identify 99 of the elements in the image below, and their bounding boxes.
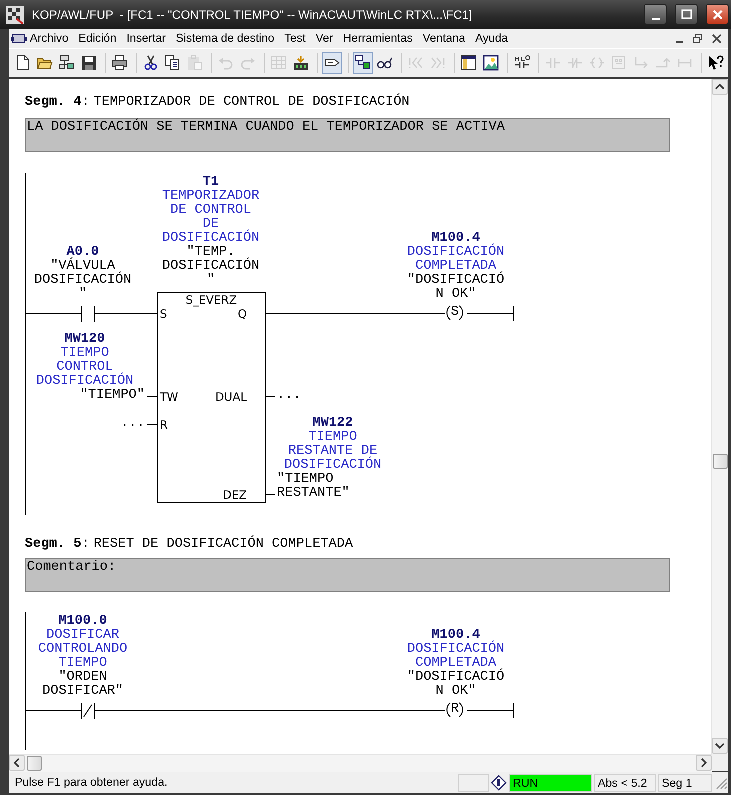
maximize-button[interactable] — [675, 4, 698, 25]
menu-item[interactable]: Archivo — [27, 31, 72, 46]
redo-icon — [240, 55, 256, 71]
scissors-icon — [142, 55, 159, 71]
operand-address: M100.0 — [58, 615, 108, 629]
app-icon — [5, 4, 25, 24]
menu-item[interactable]: Edición — [76, 31, 120, 46]
network-title: RESET DE DOSIFICACIÓN COMPLETADA — [94, 538, 354, 552]
pin-label: S — [160, 307, 168, 321]
mode-status: RUN — [509, 774, 592, 792]
symbol-name: "TIEMPO RESTANTE" — [277, 473, 351, 501]
pin-label: DUAL — [215, 390, 247, 404]
help-pointer-icon — [708, 55, 724, 71]
symbol-comment: TIEMPO CONTROL DOSIFICACIÓN — [36, 347, 134, 389]
network-comment[interactable]: LA DOSIFICACIÓN SE TERMINA CUANDO EL TEMPORIZADOR SE ACTIVA — [25, 118, 670, 152]
minimize-button[interactable] — [644, 4, 667, 25]
operand-address: T1 — [202, 176, 220, 190]
colon: : — [82, 538, 90, 552]
symbol-comment: TEMPORIZADOR DE CONTROL DE DOSIFICACIÓN — [162, 190, 260, 246]
restore-icon — [693, 34, 703, 44]
symbol-name: "ORDEN DOSIFICAR" — [42, 671, 124, 699]
toolbar-button[interactable] — [322, 52, 342, 74]
block-type: S_EVERZ — [184, 293, 238, 307]
menu-item[interactable]: Insertar — [124, 31, 170, 46]
clipboard-icon — [187, 55, 204, 71]
network-number: Segm. 4 — [25, 96, 82, 110]
ladder-icon — [514, 55, 530, 71]
symbol-name: "TIEMPO" — [80, 389, 145, 403]
operand-address: M100.4 — [432, 232, 480, 246]
close-icon — [712, 34, 722, 44]
symbol-comment: DOSIFICAR CONTROLANDO TIEMPO — [37, 629, 129, 671]
wire — [467, 710, 513, 711]
menu-item[interactable]: Ventana — [420, 31, 468, 46]
network-comment[interactable]: Comentario: — [25, 558, 670, 592]
document-icon — [11, 32, 27, 46]
coil-icon — [589, 55, 606, 71]
status-message: Pulse F1 para obtener ayuda. — [15, 776, 169, 789]
pin-label: Q — [238, 307, 247, 321]
undo-icon — [218, 55, 234, 71]
scroll-up-button[interactable] — [712, 79, 728, 95]
negated-contact-icon — [567, 55, 584, 71]
horizontal-scrollbar[interactable] — [9, 754, 712, 772]
symbol-comment: TIEMPO RESTANTE DE DOSIFICACIÓN — [284, 431, 382, 473]
size-grip — [714, 776, 728, 790]
menu-item[interactable]: Sistema de destino — [173, 31, 278, 46]
wire — [25, 313, 81, 314]
minimize-icon — [652, 18, 660, 20]
scroll-thumb[interactable] — [27, 756, 42, 770]
scroll-thumb[interactable] — [712, 454, 728, 469]
toolbar-button[interactable] — [353, 52, 374, 74]
next-icon — [430, 55, 446, 71]
menu-item[interactable]: Ayuda — [472, 31, 512, 46]
glasses-icon — [377, 55, 394, 71]
position-status: Abs < 5.2 — [594, 774, 656, 792]
vertical-scrollbar[interactable] — [711, 79, 728, 754]
menu-item[interactable]: Ver — [312, 31, 336, 46]
symbol-name: "DOSIFICACIÓN OK" — [406, 671, 506, 699]
symbol-name: "VÁLVULA DOSIFICACIÓN" — [34, 260, 132, 302]
image-icon — [483, 55, 500, 71]
diamond-icon — [491, 774, 507, 790]
network-title: TEMPORIZADOR DE CONTROL DE DOSIFICACIÓN — [94, 96, 410, 110]
pin-label: DEZ — [223, 488, 247, 502]
operand-address: M100.4 — [432, 629, 480, 643]
window-title: KOP/AWL/FUP - [FC1 -- "CONTROL TIEMPO" -- WinAC\AUT\WinLC RTX\...\FC1] — [32, 8, 474, 22]
segment-status: Seg 1 — [658, 774, 712, 792]
connection-icon — [355, 55, 372, 71]
scroll-right-button[interactable] — [696, 755, 712, 771]
contact-icon — [545, 55, 562, 71]
colon: : — [82, 96, 90, 110]
close-button[interactable] — [706, 4, 729, 25]
menu-item[interactable]: Herramientas — [340, 31, 416, 46]
symbol-name: "TEMP. DOSIFICACIÓN" — [162, 246, 260, 288]
wire — [25, 710, 81, 711]
symbol-name: ... — [120, 417, 145, 431]
pin-label: TW — [160, 390, 178, 404]
maximize-icon — [680, 8, 692, 20]
operand-address: MW122 — [312, 417, 354, 431]
network-number: Segm. 5 — [25, 538, 82, 552]
pin-label: R — [160, 418, 168, 432]
symbol-name: "DOSIFICACIÓN OK" — [406, 274, 506, 302]
branch-icon — [633, 55, 650, 71]
download-icon — [292, 55, 309, 71]
window-icon — [461, 55, 478, 71]
close-icon — [712, 8, 724, 20]
network-icon — [59, 55, 76, 71]
previous-icon — [408, 55, 424, 71]
grid-icon — [270, 55, 287, 71]
new-file-icon — [15, 55, 31, 71]
status-panel — [458, 774, 489, 792]
operand-address: MW120 — [64, 333, 106, 347]
box-icon — [611, 55, 628, 71]
scroll-down-button[interactable] — [712, 738, 728, 754]
printer-icon — [112, 55, 128, 71]
scroll-left-button[interactable] — [9, 755, 25, 771]
copy-icon — [165, 55, 181, 71]
minimize-icon — [676, 41, 682, 43]
wire — [467, 313, 513, 314]
menu-item[interactable]: Test — [282, 31, 309, 46]
symbol-name: ... — [277, 389, 302, 403]
